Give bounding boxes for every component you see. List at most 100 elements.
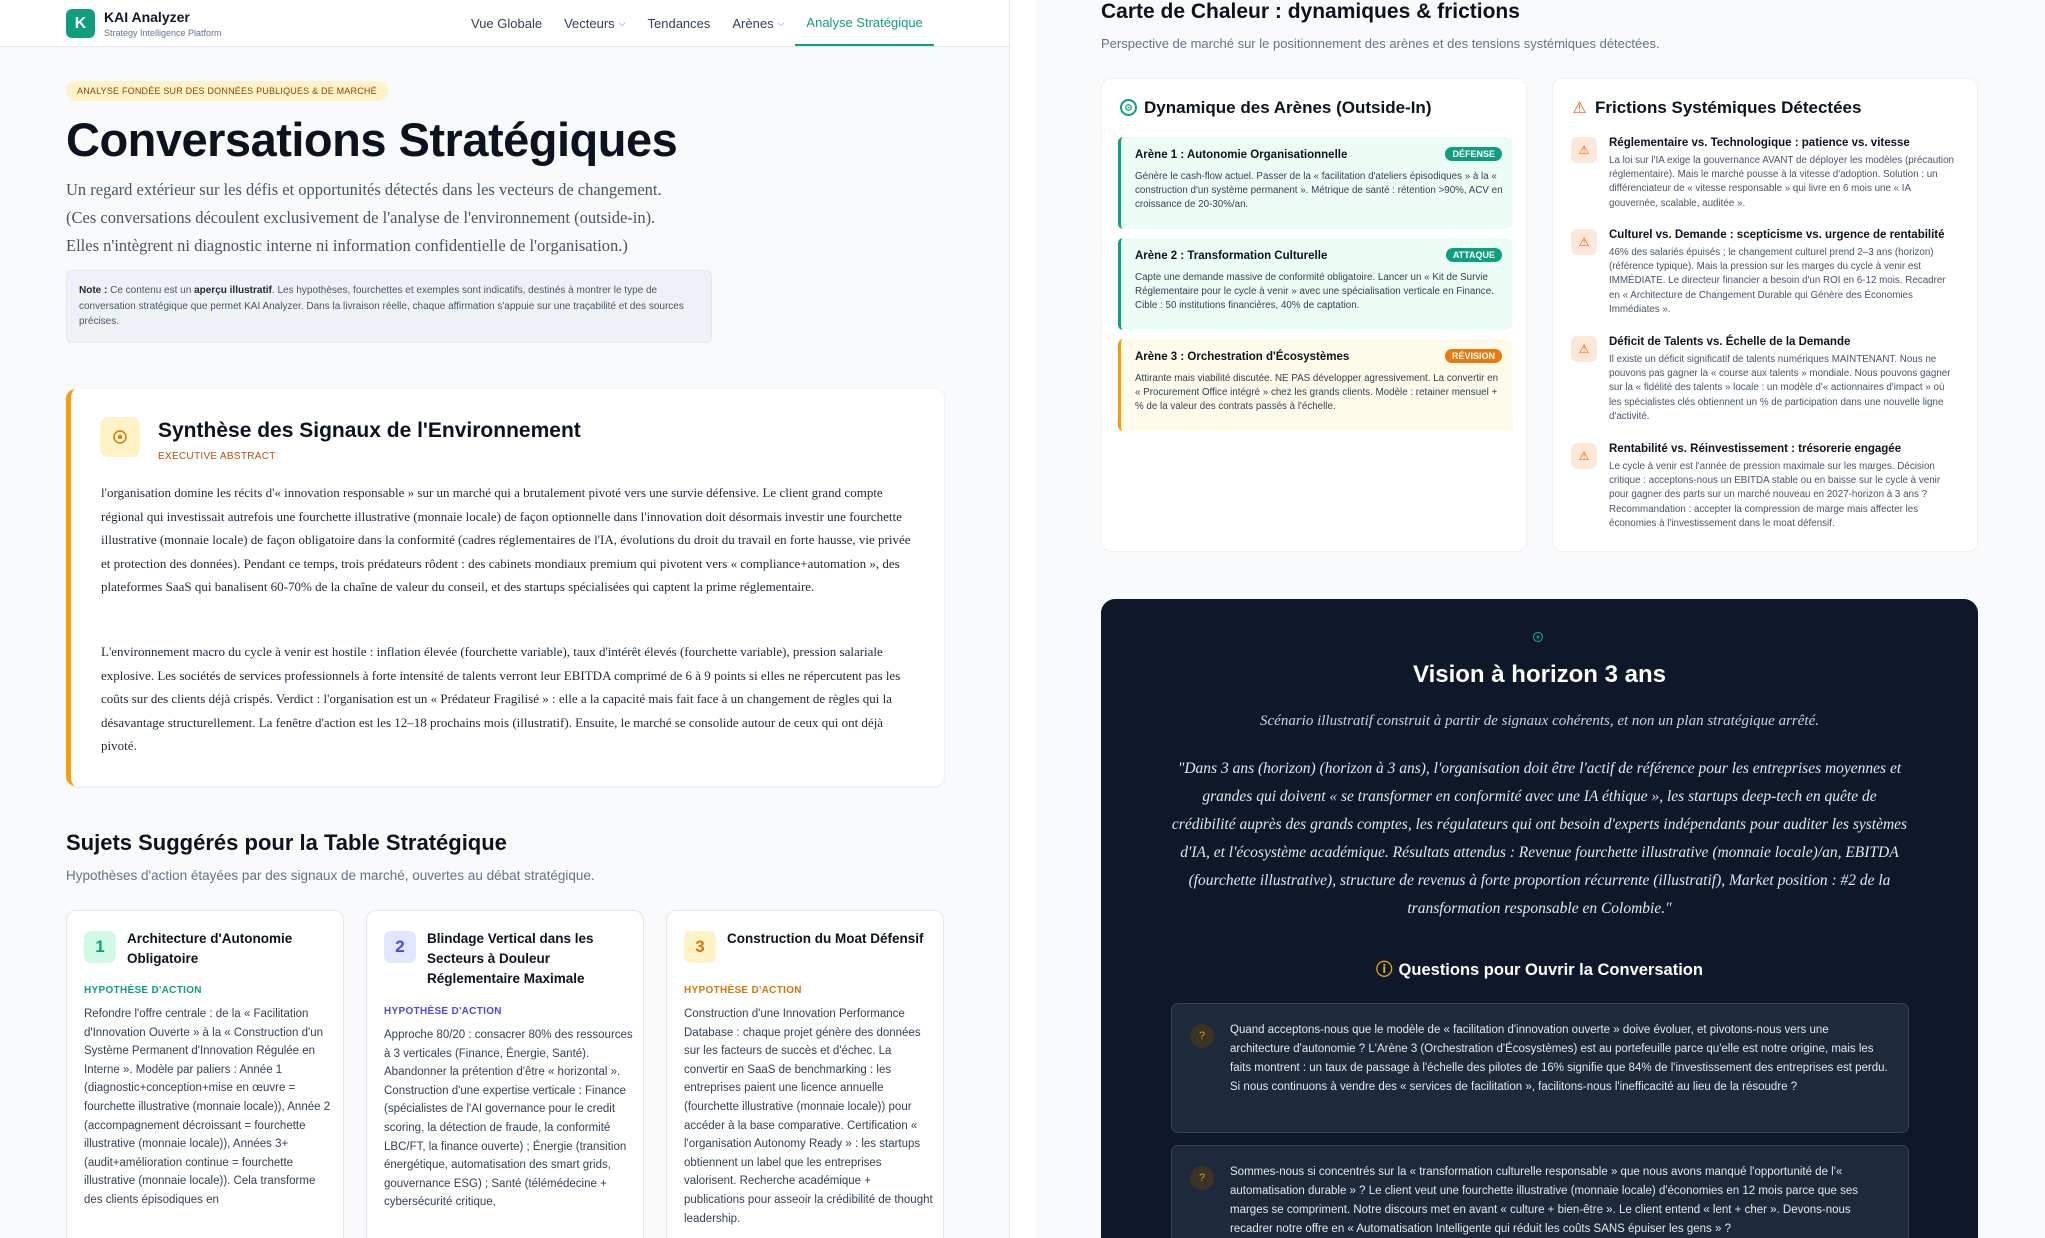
vision-title: Vision à horizon 3 ans (1413, 661, 1666, 688)
nav-links: Vue Globale Vecteurs ⌵ Tendances Arènes ⌵ … (460, 0, 934, 47)
synthesis-subtitle: EXECUTIVE ABSTRACT (158, 451, 276, 462)
synthesis-title: Synthèse des Signaux de l'Environnement (158, 419, 581, 442)
arena-name: Arène 2 : Transformation Culturelle (1135, 250, 1328, 262)
frictions-title: Frictions Systémiques Détectées (1595, 98, 1862, 117)
nav-item-label: Arènes (732, 15, 774, 31)
synthesis-paragraph: L'environnement macro du cycle à venir e… (101, 644, 901, 753)
nav-item-label: Vue Globale (471, 15, 543, 31)
friction-item: ⚠ Culturel vs. Demande : scepticisme vs.… (1571, 229, 1966, 324)
note-text-pre: Ce contenu est un (110, 285, 192, 296)
top-navbar: K KAI Analyzer Strategy Intelligence Pla… (0, 0, 1009, 47)
vision-quote: "Dans 3 ans (horizon) (horizon à 3 ans),… (1171, 760, 1908, 917)
topic-label: HYPOTHÈSE D'ACTION (384, 1006, 502, 1017)
question-mark-icon: ? (1190, 1024, 1214, 1048)
topic-label: HYPOTHÈSE D'ACTION (684, 985, 802, 996)
topic-name: Construction du Moat Défensif (727, 931, 924, 946)
target-icon (100, 417, 140, 457)
radar-icon (1120, 99, 1137, 116)
arena-status-badge: DÉFENSE (1445, 147, 1502, 161)
topic-card[interactable]: 3 Construction du Moat Défensif HYPOTHÈS… (666, 910, 944, 1238)
topic-card[interactable]: 1 Architecture d'Autonomie Obligatoire H… (66, 910, 344, 1238)
friction-item: ⚠ Rentabilité vs. Réinvestissement : tré… (1571, 443, 1966, 538)
arena-card[interactable]: Arène 3 : Orchestration d'Écosystèmes RÉ… (1118, 339, 1512, 431)
question-card[interactable]: ? Quand acceptons-nous que le modèle de … (1171, 1003, 1909, 1133)
friction-item: ⚠ Déficit de Talents vs. Échelle de la D… (1571, 336, 1966, 431)
friction-text: 46% des salariés épuisés ; le changement… (1609, 247, 1946, 315)
analysis-badge: Analyse fondée sur des données publiques… (66, 81, 388, 101)
arena-name: Arène 1 : Autonomie Organisationnelle (1135, 149, 1348, 161)
warning-icon: ⚠ (1572, 99, 1587, 117)
page-title: Conversations Stratégiques (66, 113, 678, 166)
question-mark-icon: ⓘ (1376, 961, 1393, 979)
chevron-down-icon: ⌵ (618, 17, 626, 28)
arena-description: Génère le cash-flow actuel. Passer de la… (1135, 171, 1503, 211)
right-pane: Carte de Chaleur : dynamiques & friction… (1035, 0, 2045, 1238)
nav-item-tendances[interactable]: Tendances (637, 0, 722, 46)
arena-name: Arène 3 : Orchestration d'Écosystèmes (1135, 351, 1350, 363)
topic-text: Approche 80/20 : consacrer 80% des resso… (384, 1029, 633, 1209)
topic-text: Construction d'une Innovation Performanc… (684, 1008, 933, 1225)
nav-item-arenes[interactable]: Arènes ⌵ (721, 0, 795, 46)
arenas-title: Dynamique des Arènes (Outside-In) (1144, 98, 1432, 117)
heatmap-title: Carte de Chaleur : dynamiques & friction… (1101, 0, 1520, 23)
intro-line: Elles n'intègrent ni diagnostic interne … (66, 236, 628, 255)
arena-card[interactable]: Arène 1 : Autonomie Organisationnelle DÉ… (1118, 137, 1512, 229)
target-icon (1531, 631, 1545, 645)
brand-name: KAI Analyzer (104, 9, 190, 25)
warning-icon: ⚠ (1571, 443, 1597, 469)
topic-card[interactable]: 2 Blindage Vertical dans les Secteurs à … (366, 910, 644, 1238)
brand-logo[interactable]: K (66, 9, 95, 38)
intro-line: (Ces conversations découlent exclusiveme… (66, 208, 656, 227)
note-label: Note : (79, 285, 108, 296)
friction-title: Déficit de Talents vs. Échelle de la Dem… (1609, 336, 1851, 348)
question-text: Quand acceptons-nous que le modèle de « … (1230, 1024, 1888, 1093)
question-text: Sommes-nous si concentrés sur la « trans… (1230, 1166, 1859, 1235)
vision-subtitle: Scénario illustratif construit à partir … (1260, 713, 1819, 729)
friction-title: Réglementaire vs. Technologique : patien… (1609, 137, 1910, 149)
synthesis-paragraph: l'organisation domine les récits d'« inn… (101, 485, 911, 594)
intro-line: Un regard extérieur sur les défis et opp… (66, 180, 662, 199)
synthesis-card: Synthèse des Signaux de l'Environnement … (66, 389, 944, 786)
nav-item-label: Vecteurs (564, 15, 615, 31)
friction-text: Le cycle à venir est l'année de pression… (1609, 461, 1941, 529)
topic-number: 1 (84, 931, 116, 963)
topic-text: Refondre l'offre centrale : de la « Faci… (84, 1008, 331, 1206)
brand-tagline: Strategy Intelligence Platform (104, 28, 222, 38)
topic-name: Blindage Vertical dans les Secteurs à Do… (427, 931, 594, 986)
note-text-bold: aperçu illustratif (194, 285, 272, 296)
warning-icon: ⚠ (1571, 229, 1597, 255)
chevron-down-icon: ⌵ (777, 17, 785, 28)
arena-description: Capte une demande massive de conformité … (1135, 272, 1494, 312)
friction-text: Il existe un déficit significatif de tal… (1609, 354, 1951, 422)
friction-title: Rentabilité vs. Réinvestissement : tréso… (1609, 443, 1902, 455)
friction-text: La loi sur l'IA exige la gouvernance AVA… (1609, 155, 1954, 209)
friction-item: ⚠ Réglementaire vs. Technologique : pati… (1571, 137, 1966, 217)
note-box: Note : Ce contenu est un aperçu illustra… (66, 270, 712, 343)
friction-title: Culturel vs. Demande : scepticisme vs. u… (1609, 229, 1945, 241)
question-mark-icon: ? (1190, 1166, 1214, 1190)
left-pane: K KAI Analyzer Strategy Intelligence Pla… (0, 0, 1010, 1238)
arena-status-badge: ATTAQUE (1445, 248, 1502, 262)
arena-card[interactable]: Arène 2 : Transformation Culturelle ATTA… (1118, 238, 1512, 330)
topics-subtitle: Hypothèses d'action étayées par des sign… (66, 868, 595, 883)
frictions-panel: ⚠ Frictions Systémiques Détectées ⚠ Régl… (1552, 78, 1978, 552)
topic-number: 2 (384, 931, 416, 963)
nav-item-analyse-strategique[interactable]: Analyse Stratégique (795, 0, 934, 46)
arenas-panel: Dynamique des Arènes (Outside-In) Arène … (1101, 78, 1527, 552)
topic-number: 3 (684, 931, 716, 963)
vision-card: Vision à horizon 3 ans Scénario illustra… (1101, 599, 1978, 1238)
nav-item-vecteurs[interactable]: Vecteurs ⌵ (553, 0, 636, 46)
arena-description: Attirante mais viabilité discutée. NE PA… (1135, 373, 1499, 413)
topic-name: Architecture d'Autonomie Obligatoire (127, 931, 293, 966)
questions-title: Questions pour Ouvrir la Conversation (1398, 961, 1703, 979)
question-card[interactable]: ? Sommes-nous si concentrés sur la « tra… (1171, 1145, 1909, 1238)
nav-item-label: Tendances (647, 15, 711, 31)
warning-icon: ⚠ (1571, 137, 1597, 163)
topics-title: Sujets Suggérés pour la Table Stratégiqu… (66, 830, 507, 855)
nav-item-vue-globale[interactable]: Vue Globale (460, 0, 553, 46)
nav-item-label: Analyse Stratégique (806, 14, 923, 30)
questions-header: ⓘ Questions pour Ouvrir la Conversation (1101, 956, 1978, 980)
page-intro: Un regard extérieur sur les défis et opp… (66, 176, 726, 260)
heatmap-subtitle: Perspective de marché sur le positionnem… (1101, 36, 1660, 51)
arena-status-badge: RÉVISION (1444, 349, 1502, 363)
